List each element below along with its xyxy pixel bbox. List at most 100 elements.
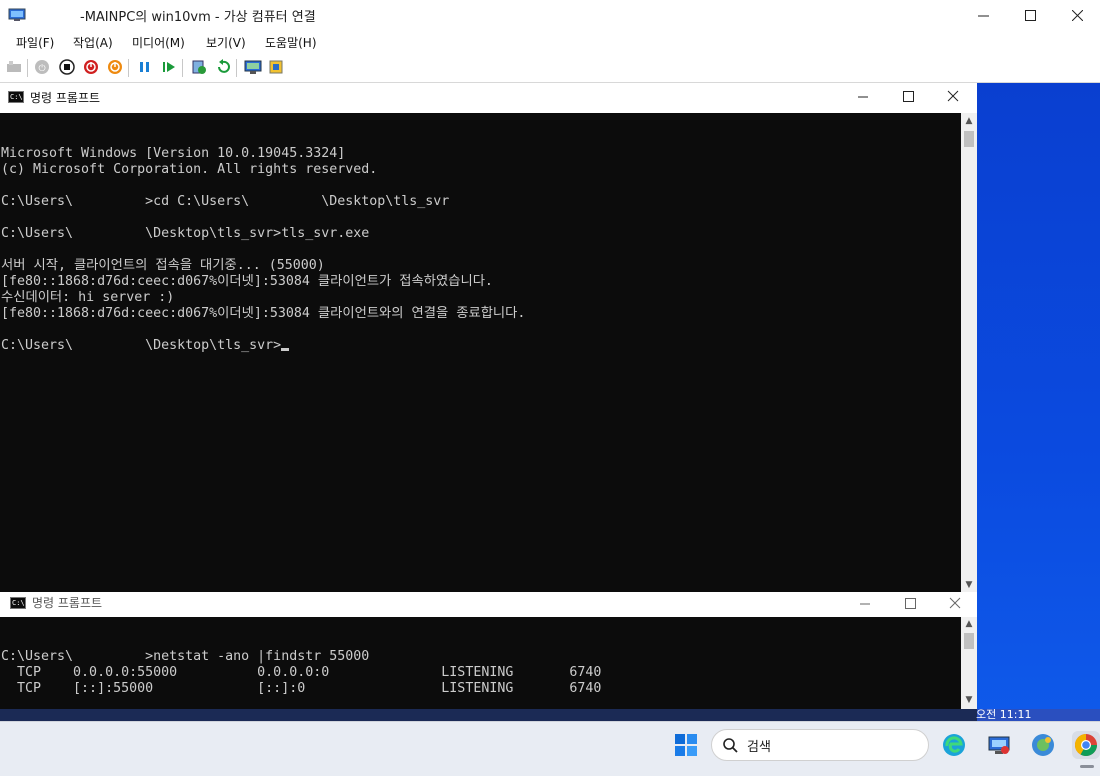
active-app-indicator xyxy=(1080,765,1094,768)
enhanced-session-icon[interactable] xyxy=(244,58,262,76)
toolbar-separator xyxy=(182,59,183,77)
close-icon xyxy=(1071,9,1083,21)
cmd-second-titlebar[interactable] xyxy=(0,592,977,617)
cmd-second-scrollbar[interactable]: ▲ ▼ xyxy=(961,617,977,709)
minimize-button[interactable] xyxy=(960,0,1006,30)
guest-taskbar-strip xyxy=(0,709,977,721)
zoom-icon[interactable] xyxy=(267,58,285,76)
console-line: (c) Microsoft Corporation. All rights re… xyxy=(1,162,961,178)
edge-icon[interactable] xyxy=(940,731,968,759)
console-line: 서버 시작, 클라이언트의 접속을 대기중... (55000) xyxy=(1,258,961,274)
toolbar-separator xyxy=(128,59,129,77)
console-line-text: TCP [::]:55000 [::]:0 LISTENING 6740 xyxy=(1,681,602,696)
start-button[interactable] xyxy=(673,732,699,758)
cmd-main-titlebar[interactable] xyxy=(0,83,977,113)
power-icon[interactable] xyxy=(106,58,124,76)
scroll-up-arrow-icon[interactable]: ▲ xyxy=(961,113,977,129)
scroll-thumb[interactable] xyxy=(964,633,974,649)
pause-icon[interactable] xyxy=(136,58,154,76)
shutdown-icon[interactable] xyxy=(82,58,100,76)
cmd-main-scrollbar[interactable]: ▲ ▼ xyxy=(961,113,977,593)
console-line-text: [fe80::1868:d76d:ceec:d067%이더넷]:53084 클라… xyxy=(1,274,493,289)
globe-app-icon[interactable] xyxy=(1029,731,1057,759)
console-line: TCP [::]:55000 [::]:0 LISTENING 6740 xyxy=(1,681,961,697)
console-line: [fe80::1868:d76d:ceec:d067%이더넷]:53084 클라… xyxy=(1,274,961,290)
text-cursor xyxy=(281,348,290,351)
cmd-main-maximize-button[interactable] xyxy=(901,88,915,102)
cmd-main-title: 명령 프롬프트 xyxy=(30,91,101,105)
console-line-text: TCP 0.0.0.0:55000 0.0.0.0:0 LISTENING 67… xyxy=(1,665,602,680)
close-button[interactable] xyxy=(1054,0,1100,30)
cmd-main-minimize-button[interactable] xyxy=(856,88,870,102)
windows-logo-icon xyxy=(675,734,697,756)
minimize-icon xyxy=(858,96,868,98)
menu-file[interactable]: 파일(F) xyxy=(16,34,54,51)
console-line-text: C:\Users\ >netstat -ano |findstr 55000 xyxy=(1,649,370,664)
console-line: 수신데이터: hi server :) xyxy=(1,290,961,306)
minimize-icon xyxy=(860,603,870,605)
guest-wallpaper xyxy=(960,83,1100,723)
guest-clock: 오전 11:11 xyxy=(976,709,1032,721)
cmd-icon: C:\ xyxy=(10,597,26,609)
console-line: C:\Users\ >netstat -ano |findstr 55000 xyxy=(1,649,961,665)
cmd-main-console[interactable]: Microsoft Windows [Version 10.0.19045.33… xyxy=(0,113,961,593)
power-start-icon[interactable]: ⏻ xyxy=(33,58,51,76)
cmd-main-close-button[interactable] xyxy=(946,88,960,102)
scroll-down-arrow-icon[interactable]: ▼ xyxy=(961,693,977,707)
menu-action[interactable]: 작업(A) xyxy=(73,34,113,51)
ctrl-alt-del-icon[interactable] xyxy=(5,58,23,76)
scroll-thumb[interactable] xyxy=(964,131,974,147)
svg-text:⏻: ⏻ xyxy=(38,63,45,74)
cmd-second-maximize-button[interactable] xyxy=(903,595,917,609)
search-icon xyxy=(722,737,738,753)
scroll-up-arrow-icon[interactable]: ▲ xyxy=(961,617,977,631)
close-icon xyxy=(949,597,961,609)
menu-view[interactable]: 보기(V) xyxy=(206,34,246,51)
console-line-text: C:\Users\ \Desktop\tls_svr> xyxy=(1,338,282,353)
vm-connect-icon xyxy=(8,7,26,21)
console-line: C:\Users\ >cd C:\Users\ \Desktop\tls_svr xyxy=(1,194,961,210)
cmd-second-minimize-button[interactable] xyxy=(858,595,872,609)
cmd-second-console[interactable]: C:\Users\ >netstat -ano |findstr 55000 T… xyxy=(0,617,961,709)
host-taskbar xyxy=(0,721,1100,776)
maximize-button[interactable] xyxy=(1007,0,1053,30)
checkpoint-icon[interactable] xyxy=(190,58,208,76)
console-line-text: Microsoft Windows [Version 10.0.19045.33… xyxy=(1,146,346,161)
console-line-text: 서버 시작, 클라이언트의 접속을 대기중... (55000) xyxy=(1,258,325,273)
chrome-icon[interactable] xyxy=(1072,731,1100,759)
console-line: TCP 0.0.0.0:55000 0.0.0.0:0 LISTENING 67… xyxy=(1,665,961,681)
maximize-icon xyxy=(903,91,914,102)
console-line-text: (c) Microsoft Corporation. All rights re… xyxy=(1,162,378,177)
toolbar-separator xyxy=(27,59,28,77)
close-icon xyxy=(947,90,959,102)
maximize-icon xyxy=(1024,9,1036,21)
toolbar-separator xyxy=(236,59,237,77)
cmd-second-title: 명령 프롬프트 xyxy=(32,596,103,610)
console-line-text: 수신데이터: hi server :) xyxy=(1,290,175,305)
menu-media[interactable]: 미디어(M) xyxy=(132,34,185,51)
minimize-icon xyxy=(977,15,989,16)
console-line: C:\Users\ \Desktop\tls_svr> xyxy=(1,338,961,354)
stop-icon[interactable] xyxy=(58,58,76,76)
revert-icon[interactable] xyxy=(214,58,232,76)
console-line: [fe80::1868:d76d:ceec:d067%이더넷]:53084 클라… xyxy=(1,306,961,322)
console-line-text: C:\Users\ \Desktop\tls_svr>tls_svr.exe xyxy=(1,226,370,241)
vm-window-title: -MAINPC의 win10vm - 가상 컴퓨터 연결 xyxy=(80,10,316,25)
cmd-second-close-button[interactable] xyxy=(948,595,962,609)
taskbar-search-box[interactable] xyxy=(711,729,929,761)
cmd-icon: C:\ xyxy=(8,91,24,103)
scroll-down-arrow-icon[interactable]: ▼ xyxy=(961,577,977,593)
resume-icon[interactable] xyxy=(160,58,178,76)
search-label: 검색 xyxy=(747,740,771,755)
console-line-text: C:\Users\ >cd C:\Users\ \Desktop\tls_svr xyxy=(1,194,450,209)
vm-connect-taskbar-icon[interactable] xyxy=(985,731,1013,759)
maximize-icon xyxy=(905,598,916,609)
console-line-text: [fe80::1868:d76d:ceec:d067%이더넷]:53084 클라… xyxy=(1,306,526,321)
console-line: Microsoft Windows [Version 10.0.19045.33… xyxy=(1,146,961,162)
menu-help[interactable]: 도움말(H) xyxy=(265,34,317,51)
